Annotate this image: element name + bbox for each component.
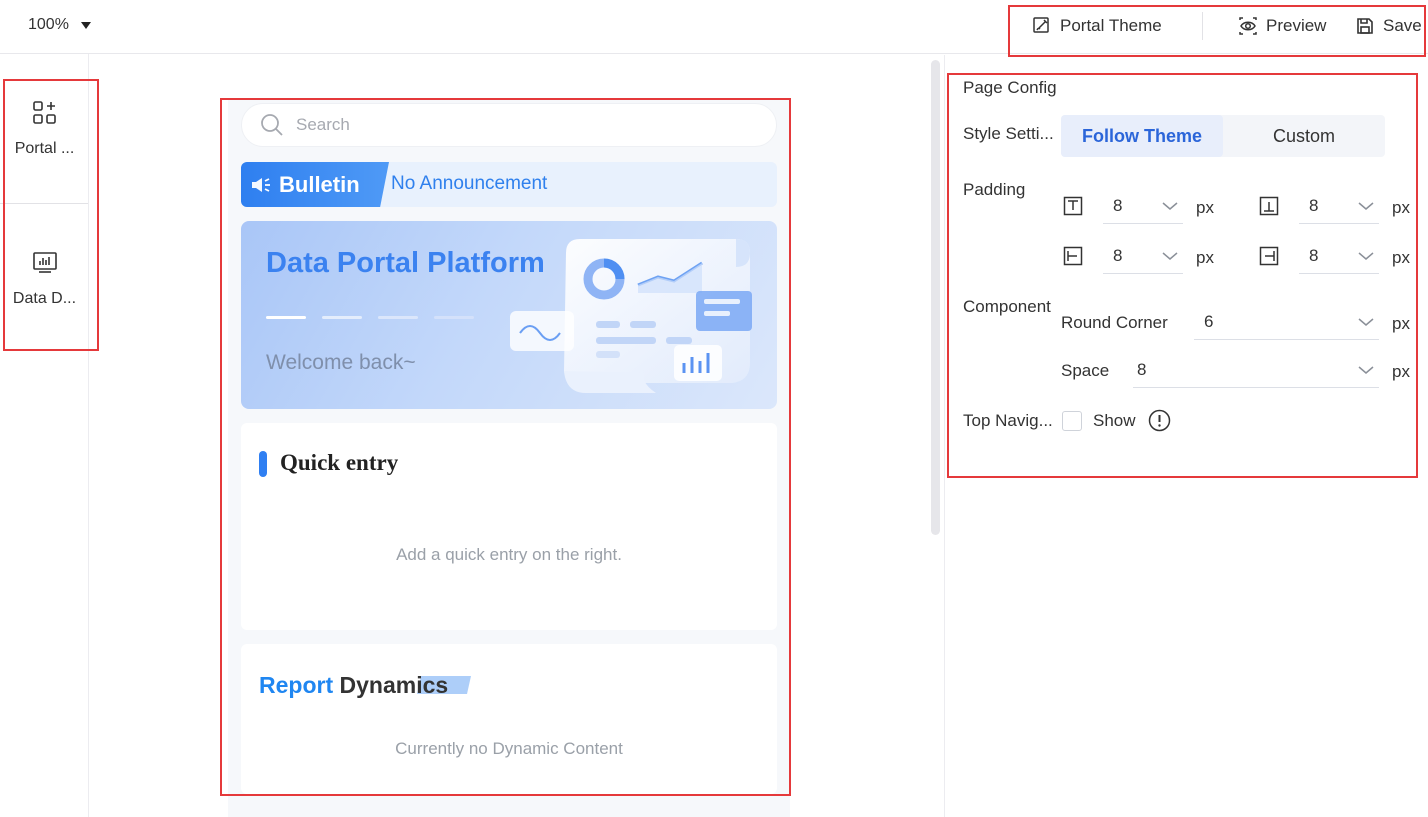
dashboard-chart-icon bbox=[32, 252, 57, 273]
unit-label: px bbox=[1392, 248, 1410, 267]
report-illustration-icon bbox=[510, 239, 752, 393]
unit-label: px bbox=[1392, 362, 1410, 381]
round-corner-label: Round Corner bbox=[1061, 313, 1168, 332]
report-dynamics-card[interactable]: Report Dynamics Currently no Dynamic Con… bbox=[241, 644, 777, 794]
caret-down-icon bbox=[80, 21, 91, 29]
portal-theme-button[interactable]: Portal Theme bbox=[1032, 16, 1162, 36]
preview-label: Preview bbox=[1266, 16, 1327, 35]
style-segmented-control: Follow Theme Custom bbox=[1061, 115, 1385, 157]
padding-top-icon bbox=[1063, 196, 1083, 216]
theme-brush-icon bbox=[1033, 17, 1049, 33]
padding-left-icon bbox=[1063, 246, 1083, 266]
follow-theme-option[interactable]: Follow Theme bbox=[1061, 115, 1223, 157]
save-button[interactable]: Save bbox=[1355, 16, 1422, 36]
padding-top-value: 8 bbox=[1113, 196, 1123, 215]
report-title-part1: Report bbox=[259, 672, 334, 698]
zoom-select[interactable]: 100% bbox=[28, 16, 91, 34]
padding-left-select[interactable]: 8 bbox=[1103, 242, 1183, 274]
report-dynamics-hint: Currently no Dynamic Content bbox=[395, 739, 623, 758]
widgets-add-icon bbox=[32, 101, 56, 124]
eye-icon bbox=[1239, 17, 1257, 35]
sidebar-divider bbox=[0, 203, 88, 204]
chevron-down-icon bbox=[1162, 252, 1178, 260]
chevron-down-icon bbox=[1358, 252, 1374, 260]
padding-bottom-select[interactable]: 8 bbox=[1299, 192, 1379, 224]
left-sidebar: Portal ... Data D... bbox=[0, 54, 89, 817]
style-settings-label: Style Setti... bbox=[963, 124, 1054, 143]
page-config-title: Page Config bbox=[963, 78, 1057, 97]
padding-bottom-value: 8 bbox=[1309, 196, 1319, 215]
sidebar-item-label: Portal ... bbox=[14, 140, 75, 157]
bulletin-tag: Bulletin bbox=[241, 162, 389, 207]
quick-entry-title: Quick entry bbox=[280, 450, 399, 475]
title-accent-bar bbox=[259, 451, 267, 477]
padding-bottom-icon bbox=[1259, 196, 1279, 216]
unit-label: px bbox=[1392, 198, 1410, 217]
space-select[interactable]: 8 bbox=[1133, 356, 1379, 388]
report-title-part2: Dynamics bbox=[339, 672, 449, 698]
padding-top-select[interactable]: 8 bbox=[1103, 192, 1183, 224]
bulletin-label: Bulletin bbox=[279, 171, 360, 197]
welcome-banner: Data Portal Platform Welcome back~ bbox=[241, 221, 777, 409]
round-corner-value: 6 bbox=[1204, 312, 1214, 331]
bulletin-message: No Announcement bbox=[391, 173, 548, 194]
sidebar-item-portal[interactable]: Portal ... bbox=[0, 100, 89, 210]
round-corner-select[interactable]: 6 bbox=[1194, 308, 1379, 340]
megaphone-icon bbox=[252, 177, 270, 192]
search-input[interactable]: Search bbox=[241, 103, 777, 147]
padding-left-value: 8 bbox=[1113, 246, 1123, 265]
banner-dash bbox=[322, 316, 362, 319]
padding-right-icon bbox=[1259, 246, 1279, 266]
unit-label: px bbox=[1392, 314, 1410, 333]
bulletin-bar[interactable]: Bulletin No Announcement bbox=[241, 162, 777, 207]
info-icon[interactable] bbox=[1148, 409, 1171, 432]
banner-dash bbox=[434, 316, 474, 319]
sidebar-item-label: Data D... bbox=[12, 290, 77, 307]
save-icon bbox=[1357, 18, 1373, 34]
custom-option[interactable]: Custom bbox=[1223, 115, 1385, 157]
chevron-down-icon bbox=[1358, 202, 1374, 210]
unit-label: px bbox=[1196, 198, 1214, 217]
config-panel bbox=[945, 55, 1428, 817]
search-icon bbox=[261, 114, 283, 136]
top-navigation-label: Top Navig... bbox=[963, 411, 1053, 430]
preview-button[interactable]: Preview bbox=[1238, 16, 1326, 36]
sidebar-item-data-dashboard[interactable]: Data D... bbox=[0, 250, 89, 360]
top-toolbar: 100% Portal Theme Preview Save bbox=[0, 0, 1428, 54]
padding-right-select[interactable]: 8 bbox=[1299, 242, 1379, 274]
padding-label: Padding bbox=[963, 180, 1026, 199]
chevron-down-icon bbox=[1162, 202, 1178, 210]
toolbar-separator bbox=[1202, 12, 1203, 40]
component-label: Component bbox=[963, 297, 1051, 316]
chevron-down-icon bbox=[1358, 318, 1374, 326]
banner-title: Data Portal Platform bbox=[266, 247, 545, 279]
save-label: Save bbox=[1383, 16, 1422, 35]
space-label: Space bbox=[1061, 361, 1110, 380]
search-placeholder: Search bbox=[296, 115, 350, 134]
quick-entry-card[interactable]: Quick entry Add a quick entry on the rig… bbox=[241, 423, 777, 630]
canvas-scrollbar[interactable] bbox=[931, 60, 940, 535]
banner-dash bbox=[378, 316, 418, 319]
banner-subtitle: Welcome back~ bbox=[266, 351, 416, 374]
portal-theme-label: Portal Theme bbox=[1060, 16, 1162, 35]
space-value: 8 bbox=[1137, 360, 1147, 379]
top-navigation-checkbox[interactable] bbox=[1062, 411, 1082, 431]
banner-dash bbox=[266, 316, 306, 319]
quick-entry-hint: Add a quick entry on the right. bbox=[396, 545, 622, 564]
padding-right-value: 8 bbox=[1309, 246, 1319, 265]
top-navigation-show-label: Show bbox=[1093, 411, 1136, 430]
zoom-value: 100% bbox=[28, 16, 69, 33]
report-dynamics-title: Report Dynamics bbox=[259, 672, 448, 699]
unit-label: px bbox=[1196, 248, 1214, 267]
chevron-down-icon bbox=[1358, 366, 1374, 374]
